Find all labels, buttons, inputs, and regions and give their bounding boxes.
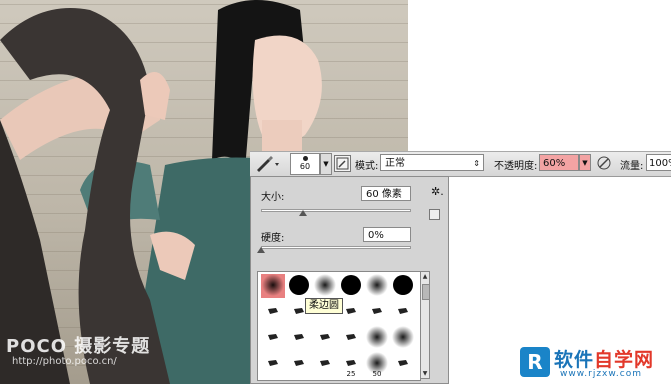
- hardness-value: 0%: [368, 230, 384, 241]
- brush-preset-brush-tip[interactable]: [287, 352, 311, 376]
- brush-tip-icon: [268, 360, 278, 366]
- brush-tip-icon: [320, 334, 330, 340]
- brush-preset-soft-round[interactable]: 50: [365, 352, 389, 378]
- logo-name: 软件自学网: [554, 345, 654, 372]
- brush-preset-soft-round[interactable]: [391, 326, 415, 350]
- blend-mode-select[interactable]: 正常 ⇕: [380, 154, 484, 171]
- brush-tip-icon: [294, 334, 304, 340]
- hard-round-icon: [393, 275, 413, 295]
- brush-preset-brush-tip[interactable]: [287, 326, 311, 350]
- tablet-pressure-icon: [597, 156, 611, 170]
- logo-name-part1: 软件: [554, 349, 595, 371]
- brush-tip-icon: [294, 360, 304, 366]
- scroll-thumb[interactable]: [422, 284, 430, 300]
- brush-preset-hard-round[interactable]: [339, 274, 363, 298]
- brush-icon: [257, 156, 279, 172]
- opacity-label: 不透明度:: [494, 161, 538, 172]
- brush-tip-icon: [398, 308, 408, 314]
- brush-preset-brush-tip[interactable]: [339, 326, 363, 350]
- logo-url: www.rjzxw.com: [560, 369, 642, 379]
- new-preset-icon[interactable]: [429, 209, 440, 220]
- brush-preset-brush-tip[interactable]: [391, 300, 415, 324]
- brush-preset-soft-round[interactable]: [365, 274, 389, 298]
- preset-tooltip: 柔边圆: [305, 298, 343, 314]
- flow-value: 100%: [649, 158, 671, 169]
- chevron-updown-icon: ⇕: [473, 159, 480, 168]
- soft-round-icon: [392, 326, 414, 348]
- brush-preset-size-label: 25: [346, 370, 356, 378]
- scroll-down-arrow-icon[interactable]: ▼: [421, 369, 429, 378]
- brush-preset-hard-round[interactable]: [391, 274, 415, 298]
- brush-preset-brush-tip[interactable]: [261, 300, 285, 324]
- brush-preset-panel: 大小: 60 像素 ✲. 硬度: 0% 25 50 ▲ ▼ 柔边圆: [250, 176, 449, 384]
- hardness-slider[interactable]: [261, 246, 411, 249]
- hardness-input[interactable]: 0%: [363, 227, 411, 242]
- brush-preset-dropdown[interactable]: ▼: [320, 153, 332, 175]
- brush-tip-icon: [372, 308, 382, 314]
- brush-tip-icon: [268, 334, 278, 340]
- brush-size-value: 60: [299, 162, 311, 171]
- brush-preset-brush-tip[interactable]: [261, 352, 285, 376]
- hard-round-icon: [289, 275, 309, 295]
- gear-icon[interactable]: ✲.: [431, 185, 444, 198]
- soft-round-icon: [366, 274, 388, 296]
- preset-scrollbar[interactable]: ▲ ▼: [420, 271, 430, 379]
- brush-preset-picker[interactable]: 60: [290, 153, 320, 175]
- soft-round-icon: [261, 274, 285, 298]
- watermark-brand: POCO 摄影专题: [6, 336, 151, 357]
- brush-preset-brush-tip[interactable]: [365, 300, 389, 324]
- brush-tip-icon: [398, 360, 408, 366]
- brush-tip-icon: [302, 156, 308, 161]
- brush-preset-soft-round[interactable]: [261, 274, 285, 298]
- brush-preset-soft-round[interactable]: [313, 274, 337, 298]
- brush-tool-icon[interactable]: [254, 155, 282, 173]
- brush-panel-icon: [336, 157, 349, 170]
- blend-mode-value: 正常: [385, 158, 405, 169]
- soft-round-icon: [366, 326, 388, 348]
- logo-mark: R: [520, 347, 550, 377]
- brush-preset-brush-tip[interactable]: [313, 352, 337, 376]
- size-label: 大小:: [261, 192, 285, 203]
- size-slider-thumb[interactable]: [299, 210, 307, 216]
- opacity-input[interactable]: 60%: [539, 154, 579, 171]
- size-value: 60 像素: [366, 189, 402, 200]
- mode-label: 模式:: [355, 161, 379, 172]
- hard-round-icon: [341, 275, 361, 295]
- pressure-opacity-icon[interactable]: [596, 155, 612, 171]
- flow-input[interactable]: 100%: [646, 154, 671, 171]
- brush-preset-soft-round[interactable]: [365, 326, 389, 350]
- brush-options-bar: 60 ▼ 模式: 正常 ⇕ 不透明度: 60% ▼ 流量: 100%: [250, 151, 671, 177]
- brush-preset-hard-round[interactable]: [287, 274, 311, 298]
- brush-preset-size-label: 50: [372, 370, 382, 378]
- brush-tip-icon: [268, 308, 278, 314]
- size-slider[interactable]: [261, 209, 411, 212]
- flow-label: 流量:: [620, 161, 644, 172]
- brush-tip-icon: [320, 360, 330, 366]
- toggle-brush-panel-icon[interactable]: [334, 155, 351, 172]
- size-input[interactable]: 60 像素: [361, 186, 411, 201]
- brush-preset-brush-tip[interactable]: [313, 326, 337, 350]
- brush-tip-icon: [346, 334, 356, 340]
- brush-preset-grid: 25 50: [257, 271, 421, 381]
- watermark-url: http://photo.poco.cn/: [12, 356, 117, 367]
- brush-preset-brush-tip[interactable]: [261, 326, 285, 350]
- opacity-dropdown[interactable]: ▼: [579, 154, 591, 171]
- brush-preset-brush-tip[interactable]: 25: [339, 352, 363, 378]
- scroll-up-arrow-icon[interactable]: ▲: [421, 272, 429, 281]
- soft-round-icon: [314, 274, 336, 296]
- brush-preset-brush-tip[interactable]: [391, 352, 415, 376]
- logo-name-part2: 自学网: [594, 349, 655, 371]
- site-logo: R 软件自学网 www.rjzxw.com: [520, 345, 671, 384]
- hardness-label: 硬度:: [261, 233, 285, 244]
- hardness-slider-thumb[interactable]: [257, 247, 265, 253]
- opacity-value: 60%: [543, 158, 566, 169]
